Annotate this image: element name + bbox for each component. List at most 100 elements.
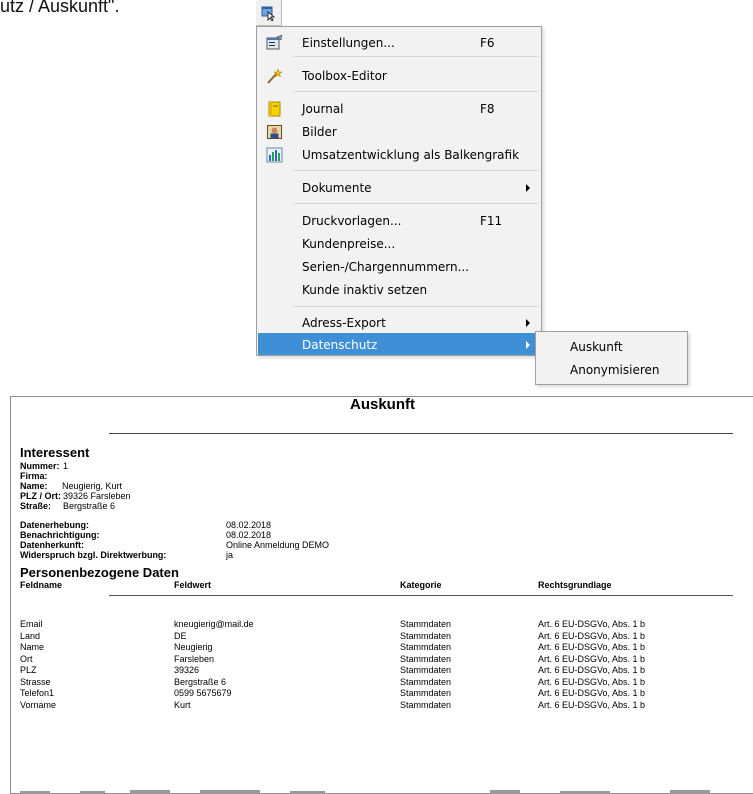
- column-header-rechtsgrundlage: Rechtsgrundlage: [538, 580, 612, 590]
- table-cell: Bergstraße 6: [174, 676, 227, 687]
- field-label: Benachrichtigung:: [20, 530, 100, 540]
- report-title: Auskunft: [350, 396, 415, 413]
- menu-item-shortcut: F11: [480, 214, 503, 228]
- picture-icon: [267, 125, 282, 139]
- menu-item-druckvorlagen[interactable]: Druckvorlagen... F11: [258, 209, 541, 233]
- submenu-arrow-icon: [526, 319, 530, 327]
- menu-item-label: Kundenpreise...: [302, 237, 396, 251]
- menu-item-label: Journal: [302, 102, 344, 116]
- menu-item-toolbox-editor[interactable]: Toolbox-Editor: [258, 64, 541, 88]
- table-cell: DE: [174, 630, 187, 641]
- journal-icon: [268, 101, 281, 117]
- column-header-feldwert: Feldwert: [174, 580, 212, 590]
- table-cell: 39326: [174, 665, 200, 675]
- table-cell: Telefon1: [20, 688, 55, 698]
- menu-item-label: Datenschutz: [302, 338, 378, 352]
- table-cell: Art. 6 EU-DSGVo, Abs. 1 b: [538, 653, 646, 664]
- field-label: Datenerhebung:: [20, 520, 90, 530]
- section-heading-interessent: Interessent: [20, 445, 90, 460]
- menu-separator: [293, 91, 539, 92]
- field-label: Firma:: [20, 471, 48, 481]
- magic-wand-icon: [267, 68, 283, 84]
- field-value: Online Anmeldung DEMO: [226, 540, 330, 550]
- submenu-item-label: Anonymisieren: [570, 363, 660, 377]
- menu-separator: [293, 306, 539, 307]
- table-cell: Vorname: [20, 699, 57, 710]
- menu-item-label: Dokumente: [302, 181, 372, 195]
- menu-item-datenschutz[interactable]: Datenschutz: [258, 333, 541, 355]
- menu-item-adress-export[interactable]: Adress-Export: [258, 311, 541, 335]
- table-cell: Stammdaten: [400, 699, 452, 710]
- menu-separator: [293, 203, 539, 204]
- field-label: Widerspruch bzgl. Direktwerbung:: [20, 550, 167, 560]
- table-cell: Stammdaten: [400, 676, 452, 687]
- menu-item-label: Adress-Export: [302, 316, 386, 330]
- settings-icon: [266, 35, 283, 50]
- field-label: PLZ / Ort:: [20, 491, 61, 501]
- submenu-arrow-icon: [526, 184, 530, 192]
- table-cell: Ort: [20, 653, 33, 664]
- datenschutz-submenu: Auskunft Anonymisieren: [535, 331, 688, 385]
- intro-text: utz / Auskunft".: [0, 0, 120, 16]
- field-label: Straße:: [20, 501, 52, 511]
- table-cell: Land: [20, 630, 41, 641]
- field-value: 39326 Farsleben: [63, 491, 131, 501]
- table-cell: Art. 6 EU-DSGVo, Abs. 1 b: [538, 665, 646, 675]
- table-cell: Neugierig: [174, 642, 213, 652]
- field-value: 1: [63, 461, 69, 471]
- section-heading-personenbezogene-daten: Personenbezogene Daten: [20, 565, 179, 580]
- report-document: Auskunft Interessent Nummer: 1 Firma: Na…: [10, 396, 753, 794]
- field-value: 08.02.2018: [226, 520, 272, 530]
- menu-item-dokumente[interactable]: Dokumente: [258, 176, 541, 200]
- table-cell: Stammdaten: [400, 642, 452, 652]
- menu-item-label: Umsatzentwicklung als Balkengrafik: [302, 148, 520, 162]
- field-label: Nummer:: [20, 461, 60, 471]
- table-cell: 0599 5675679: [174, 688, 232, 698]
- toolbar-menu-button[interactable]: [256, 0, 282, 26]
- cut-off-footer-text: [20, 790, 710, 794]
- table-cell: Email: [20, 619, 43, 629]
- table-cell: Art. 6 EU-DSGVo, Abs. 1 b: [538, 699, 646, 710]
- menu-item-label: Kunde inaktiv setzen: [302, 283, 428, 297]
- menu-item-shortcut: F6: [480, 36, 495, 50]
- table-cell: Stammdaten: [400, 665, 452, 675]
- table-cell: Art. 6 EU-DSGVo, Abs. 1 b: [538, 642, 646, 652]
- field-value: Neugierig, Kurt: [62, 481, 123, 491]
- field-value: ja: [226, 550, 234, 560]
- table-cell: PLZ: [20, 665, 37, 675]
- title-rule: [109, 433, 733, 434]
- table-cell: Stammdaten: [400, 688, 452, 698]
- menu-item-label: Serien-/Chargennummern...: [302, 260, 470, 274]
- table-cell: Stammdaten: [400, 619, 452, 629]
- table-cell: Strasse: [20, 676, 51, 687]
- submenu-arrow-icon: [526, 341, 530, 349]
- submenu-item-auskunft[interactable]: Auskunft: [536, 335, 687, 359]
- table-cell: Kurt: [174, 699, 191, 710]
- table-cell: Art. 6 EU-DSGVo, Abs. 1 b: [538, 630, 646, 641]
- menu-item-label: Toolbox-Editor: [302, 69, 387, 83]
- menu-item-bilder[interactable]: Bilder: [258, 120, 541, 144]
- submenu-item-anonymisieren[interactable]: Anonymisieren: [536, 358, 687, 382]
- submenu-item-label: Auskunft: [570, 340, 623, 354]
- bar-chart-icon: [266, 147, 283, 163]
- column-header-feldname: Feldname: [20, 580, 63, 590]
- menu-separator: [293, 56, 539, 57]
- table-cell: Stammdaten: [400, 653, 452, 664]
- menu-item-label: Einstellungen...: [302, 36, 395, 50]
- menu-item-seriennummern[interactable]: Serien-/Chargennummern...: [258, 255, 541, 279]
- table-cell: Art. 6 EU-DSGVo, Abs. 1 b: [538, 688, 646, 698]
- menu-item-kunde-inaktiv[interactable]: Kunde inaktiv setzen: [258, 278, 541, 302]
- field-value: Bergstraße 6: [63, 501, 116, 511]
- menu-item-journal[interactable]: Journal F8: [258, 97, 541, 121]
- menu-item-label: Bilder: [302, 125, 337, 139]
- table-cell: Farsleben: [174, 653, 215, 664]
- field-label: Datenherkunft:: [20, 540, 85, 550]
- menu-item-umsatzentwicklung[interactable]: Umsatzentwicklung als Balkengrafik: [258, 143, 541, 167]
- menu-item-einstellungen[interactable]: Einstellungen... F6: [258, 31, 541, 55]
- context-menu: Einstellungen... F6 Toolbox-Editor Journ…: [256, 26, 542, 356]
- header-rule: [109, 595, 733, 596]
- menu-item-label: Druckvorlagen...: [302, 214, 402, 228]
- table-cell: Art. 6 EU-DSGVo, Abs. 1 b: [538, 676, 646, 687]
- field-label: Name:: [20, 481, 48, 491]
- menu-item-kundenpreise[interactable]: Kundenpreise...: [258, 232, 541, 256]
